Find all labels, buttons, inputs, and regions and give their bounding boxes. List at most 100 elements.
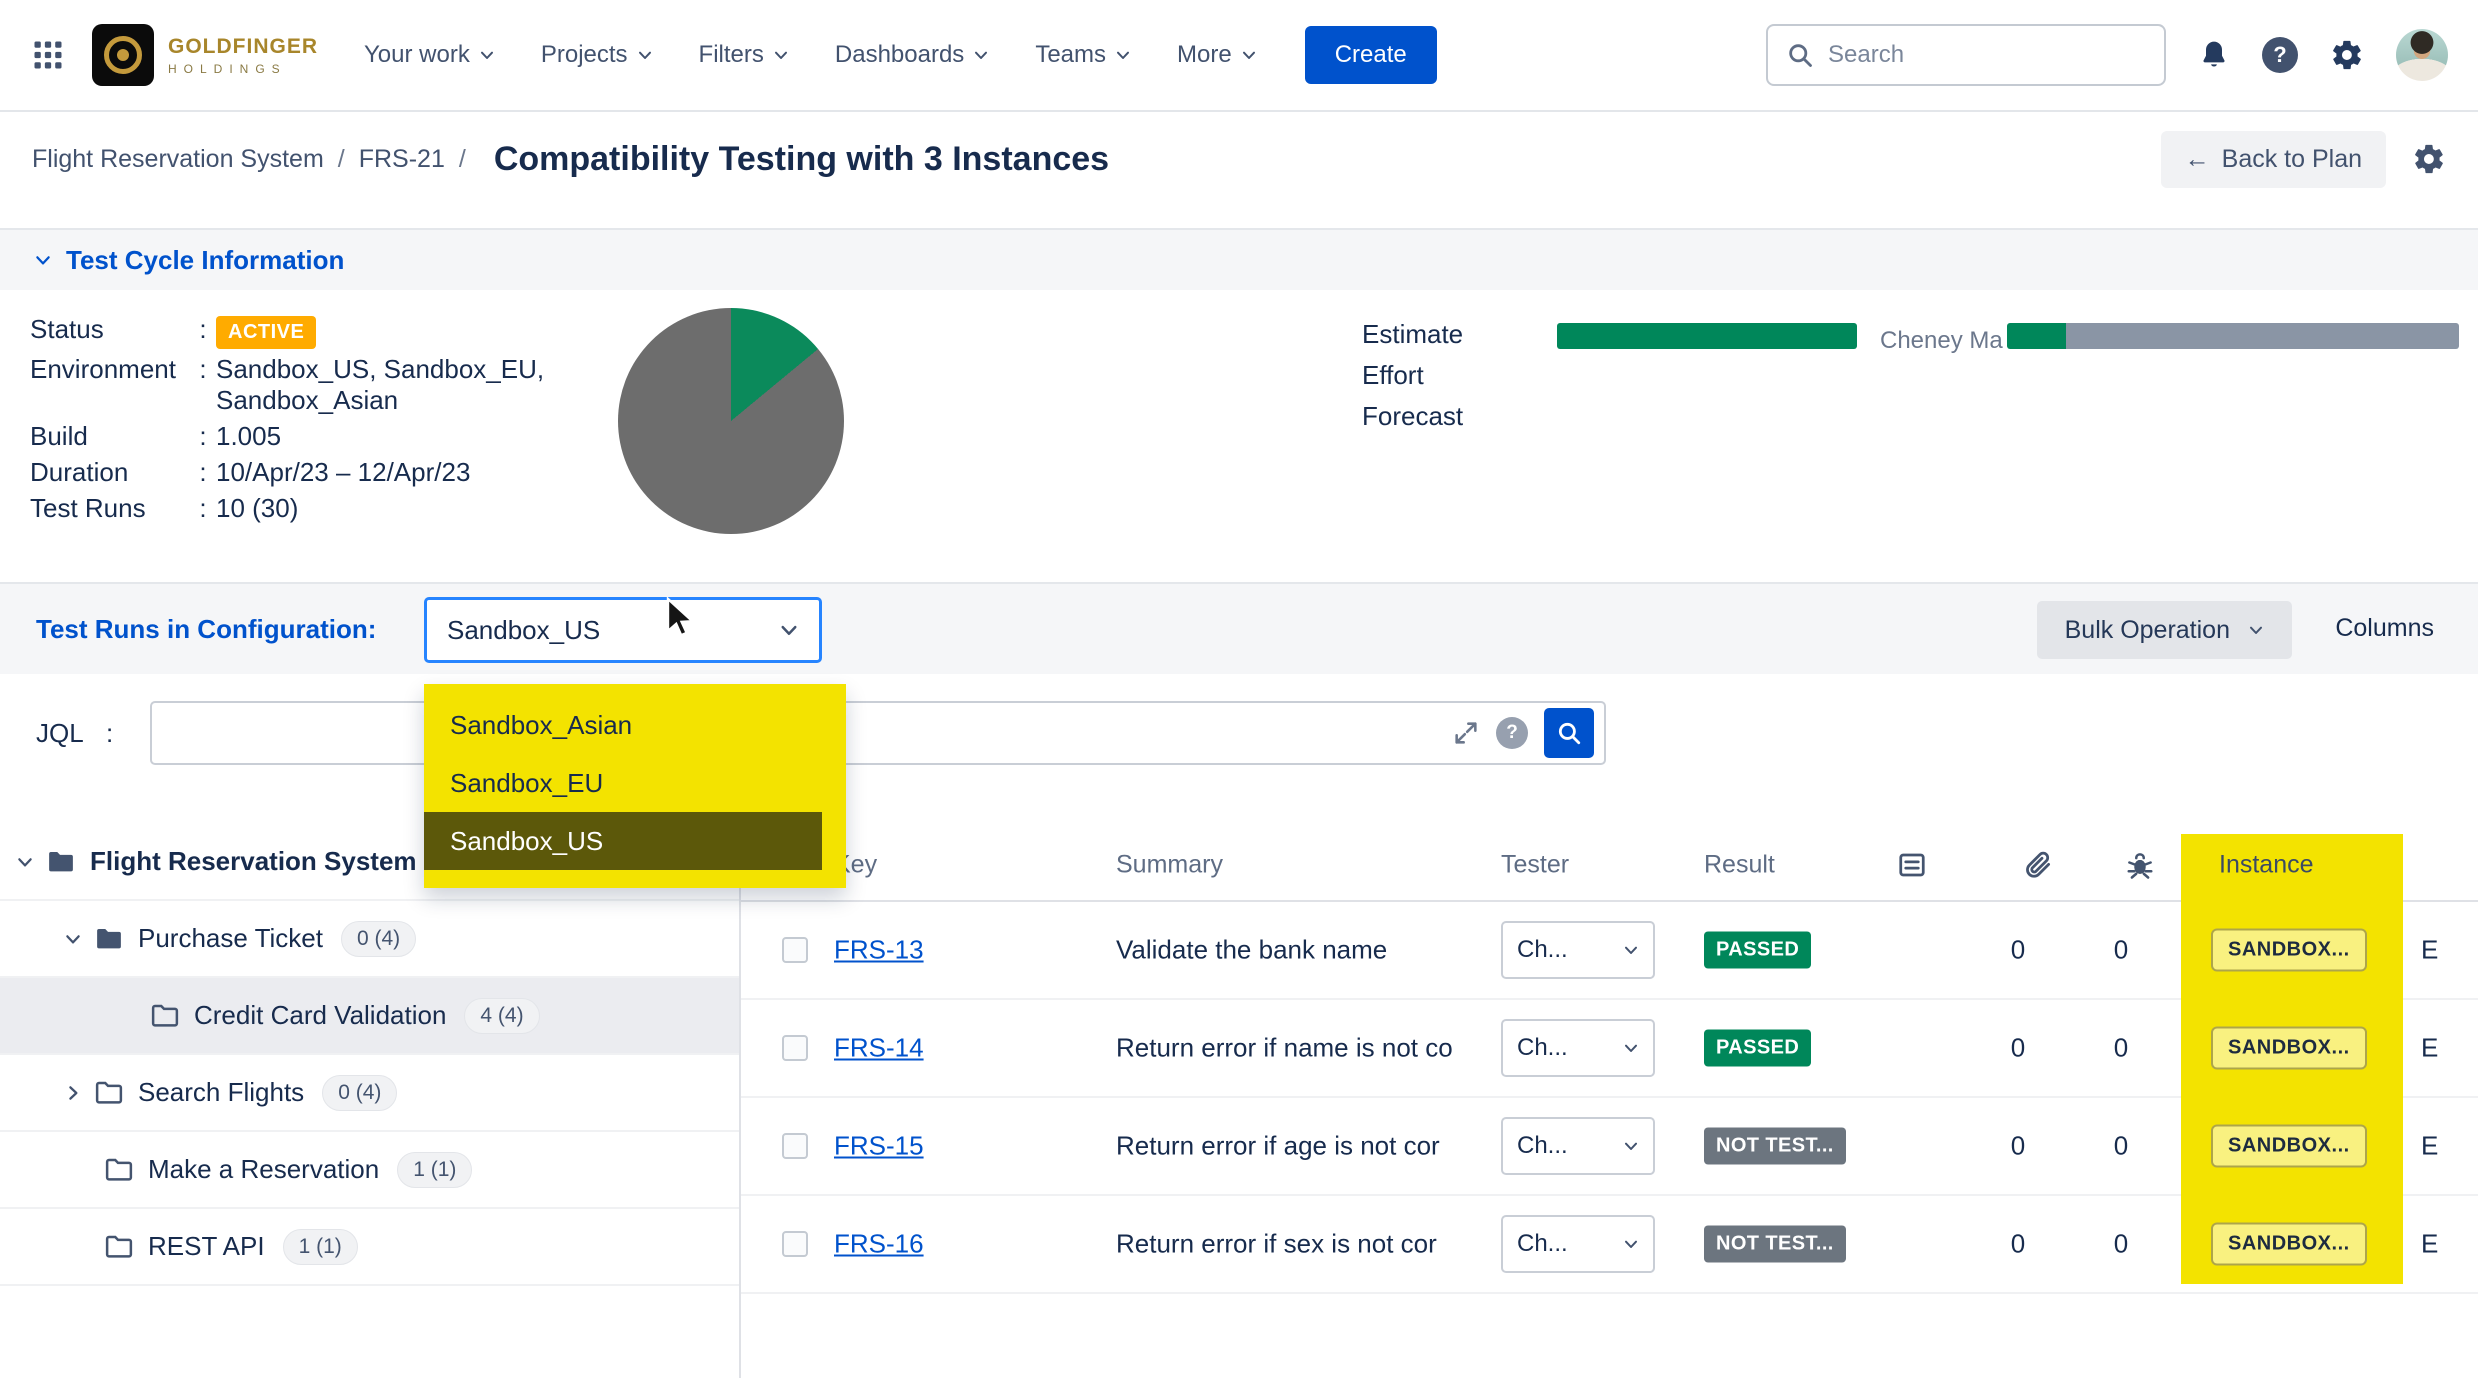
mouse-cursor <box>664 596 698 640</box>
row-checkbox[interactable] <box>782 1133 808 1159</box>
jql-search-button[interactable] <box>1544 708 1594 758</box>
tester-select[interactable]: Ch... <box>1501 1019 1655 1077</box>
tree-item-label: Purchase Ticket <box>138 923 323 954</box>
status-label: Status <box>30 314 190 345</box>
nav-more[interactable]: More <box>1177 41 1257 69</box>
breadcrumb-issue-link[interactable]: FRS-21 <box>359 145 445 174</box>
nav-dashboards[interactable]: Dashboards <box>835 41 989 69</box>
summary-cell: Return error if sex is not cor <box>1116 1229 1494 1260</box>
test-runs-label: Test Runs <box>30 493 190 524</box>
tree-item-make-a-reservation[interactable]: Make a Reservation 1 (1) <box>0 1132 739 1209</box>
bulk-operation-button[interactable]: Bulk Operation <box>2037 601 2292 659</box>
global-search[interactable] <box>1766 24 2166 86</box>
configuration-label: Test Runs in Configuration: <box>36 614 376 645</box>
cycle-fields: Status : ACTIVE Environment : Sandbox_US… <box>30 314 636 524</box>
truncated-column-cell: E <box>2421 1033 2438 1064</box>
estimate-bar <box>1557 323 1857 349</box>
issue-key-link[interactable]: FRS-15 <box>834 1131 924 1161</box>
tree-item-purchase-ticket[interactable]: Purchase Ticket 0 (4) <box>0 901 739 978</box>
effort-label: Effort <box>1362 355 1463 396</box>
tester-select[interactable]: Ch... <box>1501 921 1655 979</box>
brand-logo[interactable]: GOLDFINGER HOLDINGS <box>92 24 318 86</box>
nav-projects[interactable]: Projects <box>541 41 653 69</box>
issue-key-link[interactable]: FRS-13 <box>834 935 924 965</box>
page-settings-gear-icon[interactable] <box>2412 142 2446 176</box>
forecast-label: Forecast <box>1362 396 1463 437</box>
test-cycle-information-header[interactable]: Test Cycle Information <box>0 228 2478 290</box>
chevron-down-icon <box>1623 942 1639 958</box>
tree-item-count-badge: 1 (1) <box>397 1152 472 1188</box>
colon: : <box>190 314 216 345</box>
breadcrumb: Flight Reservation System / FRS-21 / Com… <box>0 114 2478 204</box>
app-root: GOLDFINGER HOLDINGS Your work Projects F… <box>0 0 2478 1378</box>
app-switcher-icon[interactable] <box>30 35 70 75</box>
tree-item-count-badge: 1 (1) <box>283 1229 358 1265</box>
jql-help-icon[interactable]: ? <box>1496 717 1528 749</box>
tree-item-label: Credit Card Validation <box>194 1000 446 1031</box>
nav-teams[interactable]: Teams <box>1035 41 1131 69</box>
tree-item-search-flights[interactable]: Search Flights 0 (4) <box>0 1055 739 1132</box>
configuration-dropdown-menu: Sandbox_Asian Sandbox_EU Sandbox_US <box>424 684 846 888</box>
notifications-bell-icon[interactable] <box>2198 39 2230 71</box>
nav-filters[interactable]: Filters <box>699 41 789 69</box>
top-navbar: GOLDFINGER HOLDINGS Your work Projects F… <box>0 0 2478 112</box>
settings-gear-icon[interactable] <box>2330 38 2364 72</box>
primary-nav: Your work Projects Filters Dashboards Te… <box>364 41 1257 69</box>
comments-count: 0 <box>1992 935 2044 966</box>
dropdown-option-sandbox-asian[interactable]: Sandbox_Asian <box>424 696 822 754</box>
row-checkbox[interactable] <box>782 937 808 963</box>
chevron-down-icon <box>479 47 495 63</box>
instance-badge: SANDBOX... <box>2211 1125 2367 1168</box>
folder-outline-icon <box>94 1078 124 1108</box>
nav-label: More <box>1177 41 1232 69</box>
chevron-down-icon[interactable] <box>16 853 34 871</box>
tree-item-rest-api[interactable]: REST API 1 (1) <box>0 1209 739 1286</box>
jql-bar: JQL : ? <box>0 674 2478 790</box>
help-icon[interactable]: ? <box>2262 37 2298 73</box>
header-result: Result <box>1704 851 1775 880</box>
tester-value: Ch... <box>1517 1034 1568 1062</box>
tree-item-label: Search Flights <box>138 1077 304 1108</box>
summary-cell: Return error if name is not co <box>1116 1033 1494 1064</box>
back-to-plan-button[interactable]: ← Back to Plan <box>2161 131 2386 188</box>
jql-label: JQL <box>36 718 84 749</box>
comments-count: 0 <box>1992 1033 2044 1064</box>
test-cycle-info-panel: Status : ACTIVE Environment : Sandbox_US… <box>0 292 2478 582</box>
row-checkbox[interactable] <box>782 1231 808 1257</box>
section-title: Test Cycle Information <box>66 245 344 276</box>
columns-button[interactable]: Columns <box>2335 614 2434 643</box>
tree-item-count-badge: 0 (4) <box>322 1075 397 1111</box>
colon: : <box>190 354 216 385</box>
issue-key-link[interactable]: FRS-14 <box>834 1033 924 1063</box>
truncated-column-cell: E <box>2421 1229 2438 1260</box>
nav-your-work[interactable]: Your work <box>364 41 495 69</box>
comments-column-icon <box>1897 850 1927 880</box>
breadcrumb-project-link[interactable]: Flight Reservation System <box>32 145 324 174</box>
row-checkbox[interactable] <box>782 1035 808 1061</box>
header-tester: Tester <box>1501 851 1569 880</box>
create-button[interactable]: Create <box>1305 26 1437 84</box>
configuration-select[interactable]: Sandbox_US <box>424 597 822 663</box>
tester-select[interactable]: Ch... <box>1501 1117 1655 1175</box>
duration-label: Duration <box>30 457 190 488</box>
environment-label: Environment <box>30 354 190 385</box>
instance-badge: SANDBOX... <box>2211 1027 2367 1070</box>
user-avatar[interactable] <box>2396 29 2448 81</box>
tree-item-count-badge: 0 (4) <box>341 921 416 957</box>
issue-key-link[interactable]: FRS-16 <box>834 1229 924 1259</box>
build-label: Build <box>30 421 190 452</box>
nav-label: Teams <box>1035 41 1106 69</box>
help-glyph: ? <box>1506 722 1518 744</box>
folder-icon <box>94 924 124 954</box>
tree-item-credit-card-validation[interactable]: Credit Card Validation 4 (4) <box>0 978 739 1055</box>
chevron-right-icon[interactable] <box>64 1084 82 1102</box>
chevron-down-icon[interactable] <box>64 930 82 948</box>
dropdown-option-sandbox-eu[interactable]: Sandbox_EU <box>424 754 822 812</box>
colon: : <box>190 421 216 452</box>
folder-outline-icon <box>104 1232 134 1262</box>
dropdown-option-sandbox-us[interactable]: Sandbox_US <box>424 812 822 870</box>
search-input[interactable] <box>1828 41 2146 69</box>
expand-icon[interactable] <box>1452 719 1480 747</box>
tester-value: Ch... <box>1517 1132 1568 1160</box>
tester-select[interactable]: Ch... <box>1501 1215 1655 1273</box>
